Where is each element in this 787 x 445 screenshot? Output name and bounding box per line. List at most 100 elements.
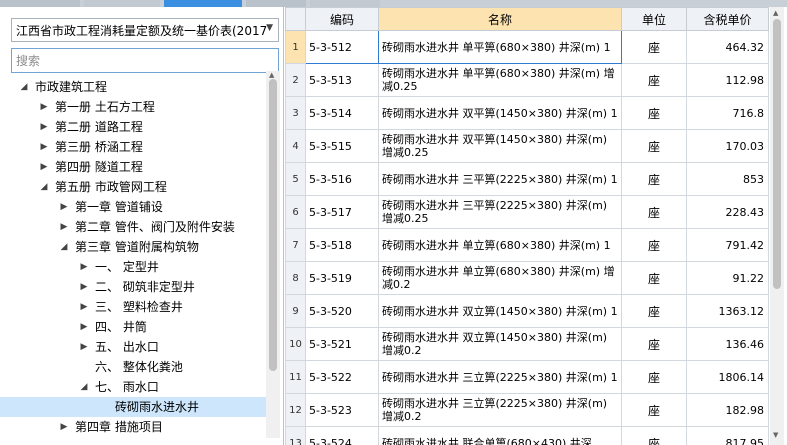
table-row[interactable]: 9 5-3-520 砖砌雨水进水井 双立箅(1450×380) 井深(m) 1 座 13…	[285, 294, 769, 328]
price-cell[interactable]: 817.95	[686, 426, 769, 445]
search-box[interactable]	[11, 48, 279, 73]
column-header-code[interactable]: 编码	[305, 7, 379, 31]
collapse-triangle-icon[interactable]: ▶	[78, 317, 90, 337]
row-number[interactable]: 4	[285, 129, 306, 163]
table-row[interactable]: 12 5-3-523 砖砌雨水进水井 三立箅(2225×380) 井深(m) 增减0…	[285, 393, 769, 427]
price-cell[interactable]: 182.98	[686, 393, 769, 427]
price-cell[interactable]: 791.42	[686, 228, 769, 262]
tree-item[interactable]: ◢ 第五册 市政管网工程	[0, 177, 266, 197]
collapse-triangle-icon[interactable]: ▶	[38, 137, 50, 157]
code-cell[interactable]: 5-3-512	[305, 30, 379, 64]
tree-item[interactable]: ▶ 第三册 桥涵工程	[0, 137, 266, 157]
collapse-triangle-icon[interactable]: ▶	[38, 117, 50, 137]
collapse-triangle-icon[interactable]: ▶	[78, 337, 90, 357]
code-cell[interactable]: 5-3-513	[305, 63, 379, 97]
row-number[interactable]: 1	[285, 30, 306, 64]
tree-item[interactable]: ▶ 一、 定型井	[0, 257, 266, 277]
name-cell[interactable]: 砖砌雨水进水井 单立箅(680×380) 井深(m) 增减0.2	[378, 261, 622, 295]
tab-segment[interactable]	[84, 0, 160, 7]
code-cell[interactable]: 5-3-522	[305, 360, 379, 394]
name-cell[interactable]: 砖砌雨水进水井 双立箅(1450×380) 井深(m) 增减0.2	[378, 327, 622, 361]
tree-item[interactable]: ◢ 七、 雨水口	[0, 377, 266, 397]
name-cell[interactable]: 砖砌雨水进水井 单平箅(680×380) 井深(m) 1	[378, 30, 622, 64]
library-select[interactable]: 江西省市政工程消耗量定额及统一基价表(2017 ▼	[11, 18, 279, 42]
tab-segment-active[interactable]	[164, 0, 242, 7]
name-cell[interactable]: 砖砌雨水进水井 三立箅(2225×380) 井深(m) 增减0.2	[378, 393, 622, 427]
row-number[interactable]: 8	[285, 261, 306, 295]
tree-item[interactable]: ▶ 第四册 隧道工程	[0, 157, 266, 177]
code-cell[interactable]: 5-3-516	[305, 162, 379, 196]
collapse-triangle-icon[interactable]: ▶	[38, 97, 50, 117]
code-cell[interactable]: 5-3-515	[305, 129, 379, 163]
name-cell[interactable]: 砖砌雨水进水井 单立箅(680×380) 井深(m) 1	[378, 228, 622, 262]
unit-cell[interactable]: 座	[621, 129, 687, 163]
name-cell[interactable]: 砖砌雨水进水井 三立箅(2225×380) 井深(m) 1	[378, 360, 622, 394]
unit-cell[interactable]: 座	[621, 261, 687, 295]
name-cell[interactable]: 砖砌雨水进水井 双立箅(1450×380) 井深(m) 1	[378, 294, 622, 328]
collapse-triangle-icon[interactable]: ▶	[78, 277, 90, 297]
expand-triangle-icon[interactable]: ◢	[18, 77, 30, 97]
tree-item[interactable]: ▶ 三、 塑料检查井	[0, 297, 266, 317]
unit-cell[interactable]: 座	[621, 393, 687, 427]
expand-triangle-icon[interactable]: ◢	[58, 237, 70, 257]
column-header-name[interactable]: 名称	[378, 7, 622, 31]
tree-item[interactable]: ◢ 市政建筑工程	[0, 77, 266, 97]
name-cell[interactable]: 砖砌雨水进水井 双平箅(1450×380) 井深(m) 1	[378, 96, 622, 130]
table-row[interactable]: 3 5-3-514 砖砌雨水进水井 双平箅(1450×380) 井深(m) 1 座 71…	[285, 96, 769, 130]
name-cell[interactable]: 砖砌雨水进水井 联合单箅(680×430) 井深	[378, 426, 622, 445]
code-cell[interactable]: 5-3-518	[305, 228, 379, 262]
unit-cell[interactable]: 座	[621, 195, 687, 229]
tree-item[interactable]: ▶ 第四章 措施项目	[0, 417, 266, 437]
price-cell[interactable]: 112.98	[686, 63, 769, 97]
price-cell[interactable]: 91.22	[686, 261, 769, 295]
row-number[interactable]: 5	[285, 162, 306, 196]
table-row[interactable]: 2 5-3-513 砖砌雨水进水井 单平箅(680×380) 井深(m) 增减0.2…	[285, 63, 769, 97]
row-number[interactable]: 13	[285, 426, 306, 445]
code-cell[interactable]: 5-3-514	[305, 96, 379, 130]
row-number[interactable]: 12	[285, 393, 306, 427]
price-cell[interactable]: 1806.14	[686, 360, 769, 394]
collapse-triangle-icon[interactable]: ▶	[78, 297, 90, 317]
unit-cell[interactable]: 座	[621, 228, 687, 262]
table-row[interactable]: 1 5-3-512 砖砌雨水进水井 单平箅(680×380) 井深(m) 1 座 464…	[285, 30, 769, 64]
row-number[interactable]: 7	[285, 228, 306, 262]
tab-segment[interactable]	[246, 0, 306, 7]
price-cell[interactable]: 464.32	[686, 30, 769, 64]
price-cell[interactable]: 1363.12	[686, 294, 769, 328]
tree-item[interactable]: ◢ 第三章 管道附属构筑物	[0, 237, 266, 257]
code-cell[interactable]: 5-3-523	[305, 393, 379, 427]
table-row[interactable]: 7 5-3-518 砖砌雨水进水井 单立箅(680×380) 井深(m) 1 座 791…	[285, 228, 769, 262]
name-cell[interactable]: 砖砌雨水进水井 三平箅(2225×380) 井深(m) 1	[378, 162, 622, 196]
tab-segment[interactable]	[0, 0, 80, 7]
tab-segment[interactable]	[310, 0, 380, 7]
code-cell[interactable]: 5-3-517	[305, 195, 379, 229]
table-row[interactable]: 4 5-3-515 砖砌雨水进水井 双平箅(1450×380) 井深(m) 增减0.…	[285, 129, 769, 163]
price-cell[interactable]: 170.03	[686, 129, 769, 163]
tree-scrollbar[interactable]: ▲	[266, 71, 280, 438]
name-cell[interactable]: 砖砌雨水进水井 单平箅(680×380) 井深(m) 增减0.25	[378, 63, 622, 97]
grid-scrollbar[interactable]: ▲ ▼	[770, 7, 784, 445]
tree-item[interactable]: ▶第六册 水利工程	[0, 437, 266, 438]
tree-scrollbar-thumb[interactable]	[269, 79, 277, 371]
collapse-triangle-icon[interactable]: ▶	[38, 157, 50, 177]
scroll-up-icon[interactable]: ▲	[269, 71, 274, 79]
price-cell[interactable]: 136.46	[686, 327, 769, 361]
chevron-down-icon[interactable]: ▼	[266, 23, 273, 33]
unit-cell[interactable]: 座	[621, 30, 687, 64]
code-cell[interactable]: 5-3-521	[305, 327, 379, 361]
price-cell[interactable]: 228.43	[686, 195, 769, 229]
collapse-triangle-icon[interactable]: ▶	[78, 257, 90, 277]
tree-item[interactable]: 六、 整体化粪池	[0, 357, 266, 377]
table-row[interactable]: 10 5-3-521 砖砌雨水进水井 双立箅(1450×380) 井深(m) 增减0…	[285, 327, 769, 361]
collapse-triangle-icon[interactable]: ▶	[58, 417, 70, 437]
row-number[interactable]: 6	[285, 195, 306, 229]
tree-item[interactable]: ▶ 第一册 土石方工程	[0, 97, 266, 117]
search-input[interactable]	[12, 49, 278, 72]
unit-cell[interactable]: 座	[621, 327, 687, 361]
tree-item[interactable]: ▶ 第二章 管件、阀门及附件安装	[0, 217, 266, 237]
collapse-triangle-icon[interactable]: ▶	[58, 197, 70, 217]
table-row[interactable]: 13 5-3-524 砖砌雨水进水井 联合单箅(680×430) 井深 座 817.95	[285, 426, 769, 445]
unit-cell[interactable]: 座	[621, 294, 687, 328]
expand-triangle-icon[interactable]: ◢	[38, 177, 50, 197]
unit-cell[interactable]: 座	[621, 63, 687, 97]
